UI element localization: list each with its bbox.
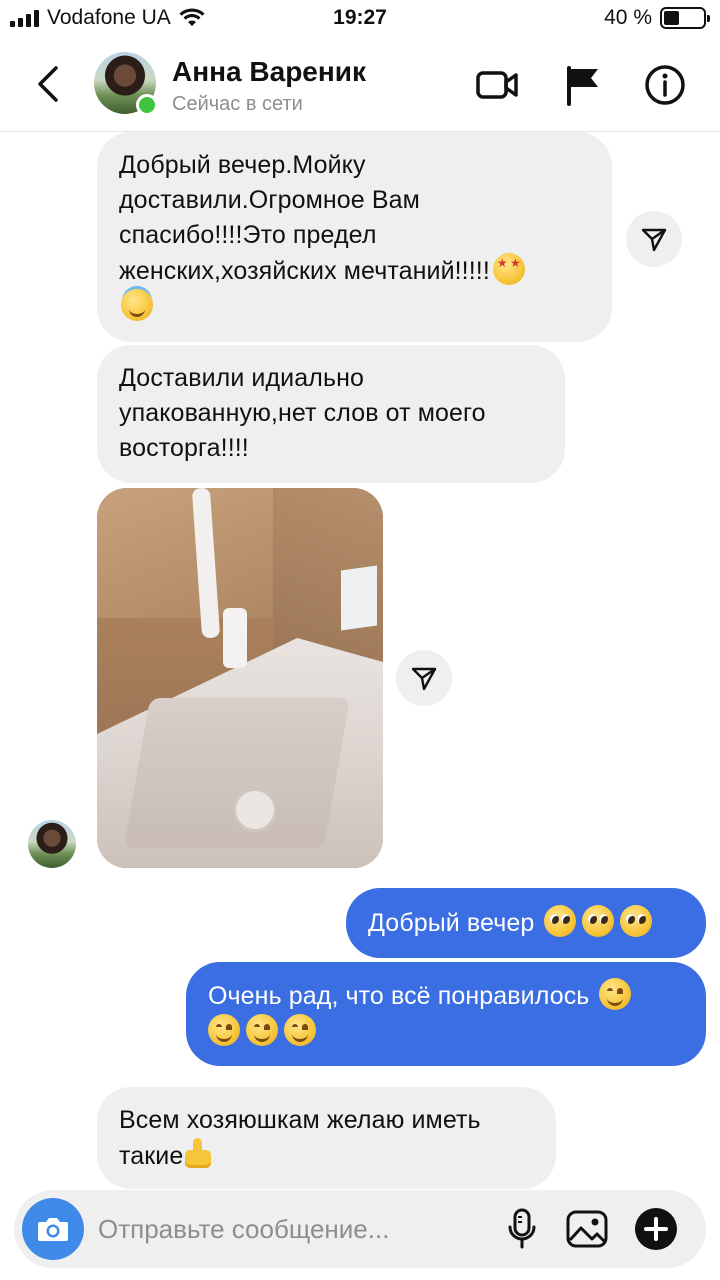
message-input[interactable] <box>98 1208 478 1250</box>
incoming-message[interactable]: Добрый вечер.Мойку доставили.Огромное Ва… <box>97 132 612 342</box>
status-bar: Vodafone UA 19:27 40 % <box>0 0 720 40</box>
camera-button[interactable] <box>22 1198 84 1260</box>
gallery-icon[interactable] <box>565 1207 609 1251</box>
outgoing-message[interactable]: Очень рад, что всё понравилось <box>186 962 706 1066</box>
star-struck-emoji <box>492 253 525 285</box>
incoming-message[interactable]: Всем хозяюшкам желаю иметь такие <box>97 1087 556 1189</box>
message-line: такие <box>119 1142 184 1170</box>
battery-level <box>664 11 680 25</box>
message-line: доставили.Огромное Вам <box>119 186 420 214</box>
plus-icon[interactable] <box>634 1207 678 1251</box>
outgoing-message[interactable]: Добрый вечер <box>346 888 706 958</box>
video-call-icon[interactable] <box>474 62 520 108</box>
contact-status: Сейчас в сети <box>172 93 303 115</box>
pleading-face-emoji <box>582 905 615 937</box>
thumbs-up-emoji <box>183 1138 213 1170</box>
message-line: Доставили идиально <box>119 364 364 392</box>
incoming-message[interactable]: Доставили идиально упакованную,нет слов … <box>97 345 565 483</box>
share-message-button[interactable] <box>626 211 682 267</box>
message-line: Всем хозяюшкам желаю иметь <box>119 1106 481 1134</box>
message-text: Добрый вечер <box>368 909 535 937</box>
message-composer <box>14 1190 706 1268</box>
smiling-face-with-halo-emoji <box>121 289 153 321</box>
smiling-face-emoji <box>599 978 632 1010</box>
pleading-face-emoji <box>544 905 577 937</box>
camera-icon <box>38 1218 68 1241</box>
smiling-face-emoji <box>208 1014 240 1046</box>
photo-message-sink[interactable] <box>97 488 383 868</box>
send-arrow-icon <box>641 228 667 252</box>
send-arrow-icon <box>411 667 437 691</box>
message-text: Очень рад, что всё понравилось <box>208 982 590 1010</box>
status-right: 40 % <box>604 6 710 30</box>
sender-avatar[interactable] <box>28 820 76 868</box>
back-chevron-icon[interactable] <box>30 62 70 106</box>
battery-percent: 40 % <box>604 6 652 29</box>
message-line: женских,хозяйских мечтаний!!!!! <box>119 257 490 285</box>
chat-header: Анна Вареник Сейчас в сети <box>0 40 720 132</box>
pleading-face-emoji <box>620 905 653 937</box>
smiling-face-emoji <box>284 1014 316 1046</box>
message-line: восторга!!!! <box>119 434 249 462</box>
message-line: спасибо!!!!Это предел <box>119 221 377 249</box>
message-line: Добрый вечер.Мойку <box>119 151 366 179</box>
message-line: упакованную,нет слов от моего <box>119 399 486 427</box>
smiling-face-emoji <box>246 1014 278 1046</box>
flag-icon[interactable] <box>560 62 606 108</box>
info-icon[interactable] <box>642 62 688 108</box>
share-photo-button[interactable] <box>396 650 452 706</box>
battery-icon <box>660 7 710 29</box>
contact-name[interactable]: Анна Вареник <box>172 56 366 88</box>
microphone-icon[interactable] <box>500 1207 544 1251</box>
online-indicator <box>136 94 158 116</box>
